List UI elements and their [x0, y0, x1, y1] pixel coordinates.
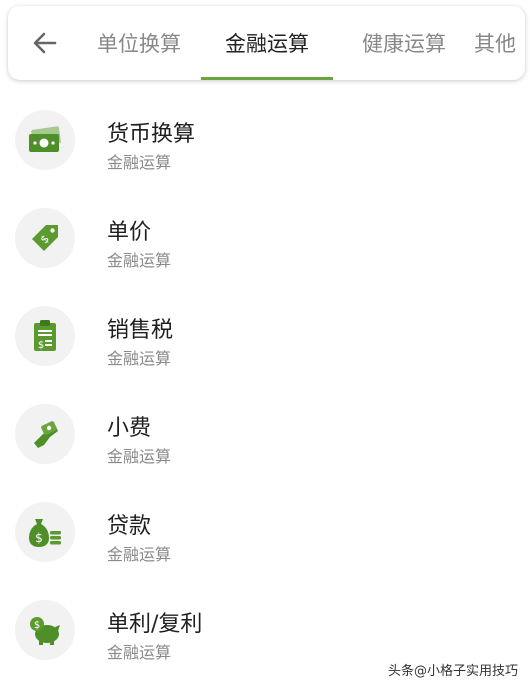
price-tag-icon: $: [32, 225, 58, 251]
money-bag-icon: $: [29, 519, 61, 547]
piggy-bank-icon: $: [30, 617, 60, 645]
watermark: 头条@小格子实用技巧: [387, 664, 518, 679]
item-title: 小费: [107, 416, 152, 441]
item-title: 销售税: [107, 318, 174, 343]
item-title: 单利/复利: [107, 612, 203, 637]
list-item-tip[interactable]: 小费 金融运算: [0, 384, 530, 482]
back-button[interactable]: [30, 28, 60, 58]
item-subtitle: 金融运算: [107, 643, 172, 662]
receipt-icon: $: [34, 320, 56, 351]
svg-text:$: $: [38, 340, 44, 351]
category-tab-bar: 单位换算 金融运算 健康运算 其他: [8, 6, 525, 80]
list-item-loan[interactable]: $ 贷款 金融运算: [0, 482, 530, 580]
item-title: 货币换算: [107, 122, 196, 147]
tab-health[interactable]: 健康运算: [340, 6, 468, 80]
item-subtitle: 金融运算: [107, 349, 172, 368]
item-title: 贷款: [107, 514, 152, 539]
list-item-unit-price[interactable]: $ 单价 金融运算: [0, 188, 530, 286]
item-subtitle: 金融运算: [107, 251, 172, 270]
item-subtitle: 金融运算: [107, 153, 172, 172]
tab-financial[interactable]: 金融运算: [201, 6, 333, 80]
svg-text:$: $: [34, 620, 40, 631]
tip-hand-icon: [34, 421, 58, 448]
item-title: 单价: [107, 220, 152, 245]
svg-text:$: $: [35, 531, 43, 545]
list-item-currency[interactable]: 货币换算 金融运算: [0, 90, 530, 188]
cash-icon: [29, 126, 61, 152]
list-item-sales-tax[interactable]: $ 销售税 金融运算: [0, 286, 530, 384]
tab-unit-conversion[interactable]: 单位换算: [83, 6, 195, 80]
item-subtitle: 金融运算: [107, 447, 172, 466]
tab-other[interactable]: 其他: [474, 6, 525, 80]
item-subtitle: 金融运算: [107, 545, 172, 564]
arrow-left-icon: [33, 32, 57, 54]
